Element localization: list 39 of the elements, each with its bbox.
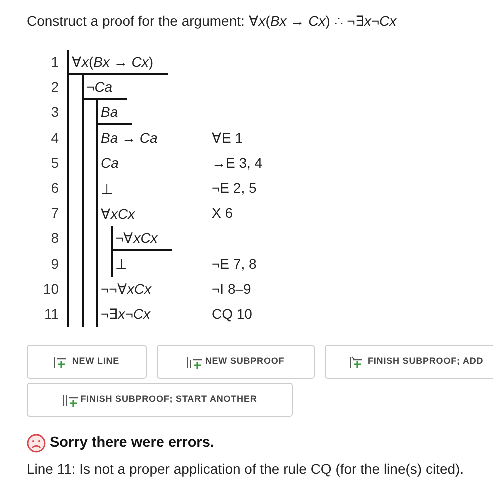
formula-text: ⊥ [100,180,114,199]
line-number: 2 [50,78,60,98]
add-subproof-icon [62,394,78,407]
toolbar-button[interactable]: NEW SUBPROOF [157,345,315,380]
line-number: 3 [50,103,60,122]
justification-text: ¬I 8–9 [212,280,252,299]
justification-text: CQ 10 [212,304,252,324]
justification-text: ¬E 2, 5 [212,179,257,198]
justification-text: ∀E 1 [212,128,244,148]
line-number: 7 [50,204,60,224]
add-subproof-icon [187,356,202,369]
formula-text: ∀xCx [100,204,136,224]
line-number: 6 [50,179,60,198]
line-number: 8 [50,229,60,248]
formula-text: ¬¬∀xCx [100,280,153,300]
line-number: 11 [43,304,60,324]
formula-text: ¬∀xCx [112,226,172,251]
line-number: 10 [42,280,60,299]
line-number: 1 [50,53,60,72]
toolbar-button[interactable]: NEW LINE [27,345,147,380]
justification-text: ¬E 7, 8 [212,254,257,274]
line-number: 5 [50,154,60,173]
formula-text: ⊥ [114,255,128,274]
justification-text: →E 3, 4 [212,154,263,173]
formula-text: Ba [98,100,132,125]
formula-text: Ca [100,154,120,174]
error-message: Line 11: Is not a proper application of the rule CQ (for the line(s) cited). [27,460,466,479]
line-number: 9 [50,254,60,274]
formula-text: ¬Ca [84,76,127,100]
toolbar-button[interactable]: FINISH SUBPROOF; ADD [325,345,493,380]
justification-text: X 6 [212,204,234,224]
line-number: 4 [50,128,60,148]
instruction-text: Construct a proof for the argument: ∀x(Bx → Cx) ∴ ¬∃x¬Cx [27,12,398,31]
formula-text: ∀x(Bx → Cx) [69,50,168,75]
formula-text: ¬∃x¬Cx [100,305,152,324]
result-heading: Sorry there were errors. [50,434,214,454]
formula-text: Ba → Ca [100,129,159,148]
toolbar-button[interactable]: FINISH SUBPROOF; START ANOTHER [27,383,293,418]
add-line-icon [350,356,365,369]
